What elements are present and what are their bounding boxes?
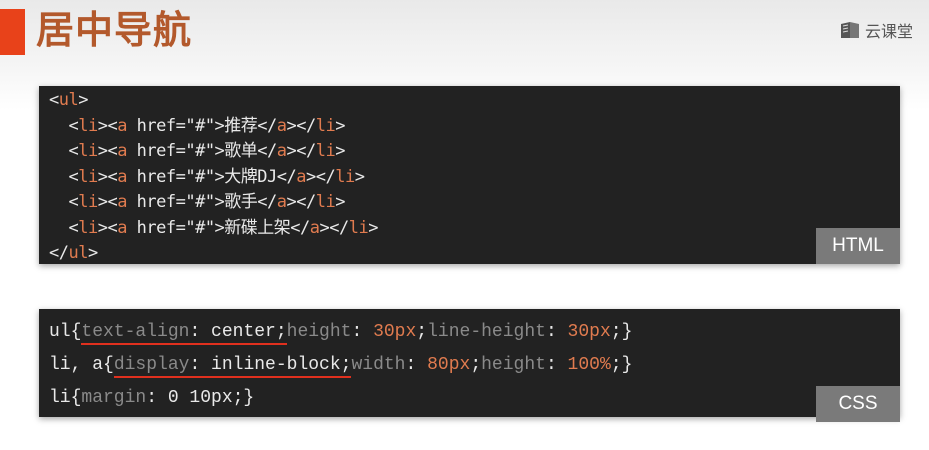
brand-name: 云课堂 [864,22,913,41]
css-code-panel: ul{text-align: center;height: 30px;line-… [39,309,900,422]
code-token: 30px [567,322,611,342]
code-token: a [296,166,306,187]
css-code-block: ul{text-align: center;height: 30px;line-… [49,316,632,415]
html-code-line: <li><a href="#">推荐</a></li> [49,114,378,140]
code-token: : [545,355,568,375]
code-token: < [49,217,79,238]
code-token: href="#">推荐</ [126,115,278,136]
code-token: ; [470,355,482,375]
html-code-line: </ul> [49,241,378,267]
code-token: : [405,355,428,375]
code-token: margin [81,388,147,408]
page-title: 居中导航 [36,8,193,52]
html-code-line: <li><a href="#">大牌DJ</a></li> [49,165,378,191]
code-token: href="#">歌单</ [126,141,278,161]
code-token: li [78,217,98,238]
code-token: li [348,217,369,238]
title-accent-bar [0,9,25,55]
css-code-line: li{margin: 0 10px;} [49,382,632,415]
code-token: > [335,115,345,136]
css-code-line: ul{text-align: center;height: 30px;line-… [49,316,632,349]
code-token: >< [97,166,118,187]
code-token: ></ [286,192,317,212]
code-token: a [276,192,287,212]
code-token: height [481,355,546,375]
html-badge: HTML [816,228,900,264]
code-token: < [49,141,79,161]
code-token: line-height [427,322,546,342]
code-token: > [368,217,378,238]
code-token: ul{ [49,322,82,342]
code-token: ></ [305,166,336,187]
code-token: li [315,141,336,161]
code-token: 100% [567,355,611,375]
code-token: a [117,217,127,238]
code-token: ul [68,243,88,263]
brand-logo: 云课堂 [839,18,913,42]
code-token: < [49,166,79,187]
code-token: li{ [49,388,82,408]
code-token: 30px [373,322,417,342]
code-token: : inline-block; [189,355,352,378]
code-token: li [315,115,336,136]
code-token: > [354,166,365,187]
code-token: a [117,141,127,161]
code-token: >< [97,115,118,136]
code-token: 80px [427,355,471,375]
code-token: : 0 10px;} [146,388,255,408]
code-token: a [309,217,320,238]
code-token: < [49,192,79,212]
code-token: > [335,192,345,212]
css-badge: CSS [816,386,900,422]
code-token: >< [97,192,118,212]
code-token: li [78,166,98,187]
code-token: : center; [189,322,287,345]
code-token: > [335,141,345,161]
code-token: li [78,115,98,136]
code-token: </ [49,243,69,263]
code-token: ></ [319,217,350,238]
html-code-line: <li><a href="#">歌手</a></li> [49,190,378,216]
code-token: ></ [286,141,317,161]
code-token: : [351,322,374,342]
code-token: a [117,192,127,212]
code-token: a [276,141,287,161]
code-token: li [78,141,98,161]
code-token: a [276,115,287,136]
code-token: href="#">歌手</ [126,192,278,212]
code-token: >< [97,141,118,161]
code-token: text-align [81,322,190,345]
code-token: > [78,90,88,110]
html-code-line: <li><a href="#">歌单</a></li> [49,139,378,165]
code-token: < [49,90,59,110]
code-token: li [335,166,355,187]
code-token: height [286,322,352,342]
code-token: li [315,192,336,212]
code-token: li, a{ [49,355,114,375]
code-token: a [117,115,127,136]
code-token: ul [58,90,79,110]
html-code-block: <ul> <li><a href="#">推荐</a></li> <li><a … [49,88,378,267]
code-token: href="#">新碟上架</ [126,217,311,238]
html-code-line: <li><a href="#">新碟上架</a></li> [49,216,378,242]
code-token: ;} [610,322,633,342]
html-code-panel: <ul> <li><a href="#">推荐</a></li> <li><a … [39,86,900,264]
code-token: a [117,166,127,187]
code-token: >< [97,217,118,238]
code-token: > [87,243,98,263]
code-token: : [545,322,568,342]
book-icon [840,22,859,38]
css-code-line: li, a{display: inline-block;width: 80px;… [49,349,632,382]
code-token: ></ [286,115,317,136]
html-code-line: <ul> [49,88,378,114]
code-token: width [351,355,406,375]
code-token: ; [416,322,428,342]
code-token: < [49,115,79,136]
code-token: href="#">大牌DJ</ [126,166,297,187]
code-token: display [113,355,190,378]
code-token: li [78,192,98,212]
code-token: ;} [610,355,633,375]
